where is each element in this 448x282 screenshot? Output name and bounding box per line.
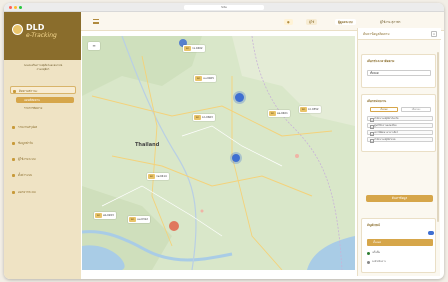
gear-icon [12, 173, 15, 177]
marker-tag: ปศ. [269, 111, 276, 116]
menu-label: ข้อมูลฟาร์ม [18, 141, 34, 145]
address-bar[interactable]: Site [184, 5, 264, 10]
map-background [82, 36, 355, 270]
brand-product: e-Tracking [26, 32, 57, 39]
map-marker[interactable]: ปศ. กจ.0402 [183, 45, 205, 52]
logout-icon [12, 190, 15, 194]
legend-toggle[interactable] [428, 231, 434, 235]
map-cluster[interactable] [169, 221, 179, 231]
marker-tag: ปศ. [184, 46, 191, 51]
marker-tag: ปศ. [95, 213, 102, 218]
marker-tag: ปศ. [148, 174, 155, 179]
map-marker[interactable]: ปศ. ขก.0603 [193, 114, 215, 121]
marker-code: นม.0312 [137, 218, 148, 221]
menu-item-reports[interactable]: รายงานสรุปผล [10, 123, 76, 131]
map-cluster[interactable] [235, 93, 244, 102]
marker-tag: ปศ. [194, 115, 201, 120]
agency-filter-title: เลือกหน่วยงาน [367, 99, 387, 103]
menu-label: รายงานสรุปผล [18, 125, 38, 129]
filter-panel: ค้นหาข้อมูลติดตาม × เลือกช่วงเวลาติดตาม … [357, 28, 441, 276]
close-icon[interactable]: × [431, 31, 437, 37]
layers-button[interactable]: ≡ [88, 42, 100, 50]
minimize-window-dot[interactable] [14, 6, 17, 9]
period-filter-title: เลือกช่วงเวลาติดตาม [367, 59, 395, 63]
country-label: Thailand [135, 142, 160, 148]
brand-header: DLD e-Tracking [4, 12, 81, 60]
marker-code: สค.0203 [103, 214, 114, 217]
marker-tag: ปศ. [300, 107, 307, 112]
menu-item-tracking[interactable]: ติดตามสถานะ [10, 86, 76, 94]
logo-icon [12, 24, 23, 35]
agency-option[interactable]: สำนักงานปศุสัตว์จังหวัด [367, 116, 433, 122]
search-button[interactable]: ค้นหาข้อมูล [366, 195, 433, 202]
map-marker[interactable]: ปศ. นม.0312 [128, 216, 150, 223]
pending-dot-icon [367, 260, 370, 264]
zoom-window-dot[interactable] [19, 6, 22, 9]
period-select[interactable]: ทั้งหมด [367, 70, 431, 76]
users-icon [12, 157, 15, 161]
submenu-label: รายการติดตาม [24, 106, 43, 110]
map-cluster[interactable] [232, 154, 240, 162]
tab-all[interactable]: ทั้งหมด [370, 107, 398, 112]
menu-label: ติดตามสถานะ [19, 89, 38, 93]
period-filter-card: เลือกช่วงเวลาติดตาม ทั้งหมด [361, 54, 436, 88]
org-line2: กรมปศุสัตว์ [36, 67, 50, 71]
map-marker[interactable]: ปศ. นบ.0405 [194, 75, 216, 82]
marker-tag: ปศ. [129, 217, 136, 222]
legend-label: รอดำเนินการ [372, 260, 386, 263]
notify-badge[interactable]: ผู้ใช้ [306, 19, 318, 25]
legend-item-pending[interactable]: รอดำเนินการ [367, 260, 386, 264]
report-icon [12, 125, 15, 129]
done-dot-icon [367, 251, 370, 255]
legend-label: เสร็จสิ้น [372, 251, 381, 254]
submenu-item-map[interactable]: แผนที่ติดตาม [16, 97, 74, 103]
sidebar: DLD e-Tracking กองส่งเสริมการปศุสัตว์และ… [4, 12, 81, 279]
panel-title: ค้นหาข้อมูลติดตาม [363, 32, 390, 36]
menu-item-users[interactable]: ผู้ใช้งานระบบ [10, 155, 76, 163]
menu-label: ตั้งค่าระบบ [18, 173, 33, 177]
menu-item-farms[interactable]: ข้อมูลฟาร์ม [10, 139, 76, 147]
marker-code: กจ.0402 [192, 47, 203, 50]
panel-header: ค้นหาข้อมูลติดตาม × [358, 28, 441, 40]
marker-tag: ปศ. [195, 76, 202, 81]
marker-code: กพ.0414 [156, 175, 167, 178]
close-window-dot[interactable] [9, 6, 12, 9]
agency-option[interactable]: ศูนย์วิจัยการผสมเทียม [367, 123, 433, 129]
panel-scrollbar[interactable] [437, 52, 439, 222]
notification-icon[interactable]: ● [284, 19, 293, 25]
browser-chrome: Site [4, 3, 444, 12]
menu-label: ออกจากระบบ [18, 190, 36, 194]
brand-name: DLD [26, 23, 45, 32]
marker-code: ชร.0352 [308, 108, 319, 111]
marker-code: นบ.0405 [203, 77, 214, 80]
agency-filter-card: เลือกหน่วยงาน ทั้งหมด เลือกเอง สำนักงานป… [361, 94, 436, 152]
user-menu[interactable]: ผู้ใช้งาน สุภาพร [377, 19, 404, 25]
tracking-icon [13, 89, 16, 93]
marker-code: พล.0401 [277, 112, 288, 115]
map-marker[interactable]: ปศ. พล.0401 [268, 110, 290, 117]
legend-title: สัญลักษณ์ [367, 223, 380, 227]
submenu-item-list[interactable]: รายการติดตาม [16, 105, 74, 111]
menu-item-settings[interactable]: ตั้งค่าระบบ [10, 171, 76, 179]
menu-label: ผู้ใช้งานระบบ [18, 157, 36, 161]
hamburger-icon[interactable] [93, 19, 99, 24]
map-marker[interactable]: ปศ. กพ.0414 [147, 173, 169, 180]
farm-icon [12, 141, 15, 145]
map-marker[interactable]: ปศ. สค.0203 [94, 212, 116, 219]
agency-option[interactable]: สำนักงานปศุสัตว์เขต [367, 137, 433, 143]
legend-item-all[interactable]: ทั้งหมด [367, 239, 433, 246]
menu-item-logout[interactable]: ออกจากระบบ [10, 188, 76, 196]
tracking-map[interactable]: ≡ Thailand ปศ. กจ.0402 ปศ. นบ.0405 ปศ. ช… [82, 36, 355, 270]
role-badge: ผู้ดูแลระบบ [335, 19, 356, 25]
submenu-label: แผนที่ติดตาม [24, 98, 41, 102]
legend-card: สัญลักษณ์ ทั้งหมด เสร็จสิ้น รอดำเนินการ [361, 218, 436, 273]
legend-item-done[interactable]: เสร็จสิ้น [367, 251, 380, 255]
organization-name: กองส่งเสริมการปศุสัตว์และสหกรณ์ กรมปศุสั… [10, 64, 76, 71]
tab-custom[interactable]: เลือกเอง [401, 107, 431, 112]
map-marker[interactable]: ปศ. ชร.0352 [299, 106, 321, 113]
agency-option[interactable]: สถานีพัฒนาอาหารสัตว์ [367, 130, 433, 136]
marker-code: ขก.0603 [202, 116, 213, 119]
